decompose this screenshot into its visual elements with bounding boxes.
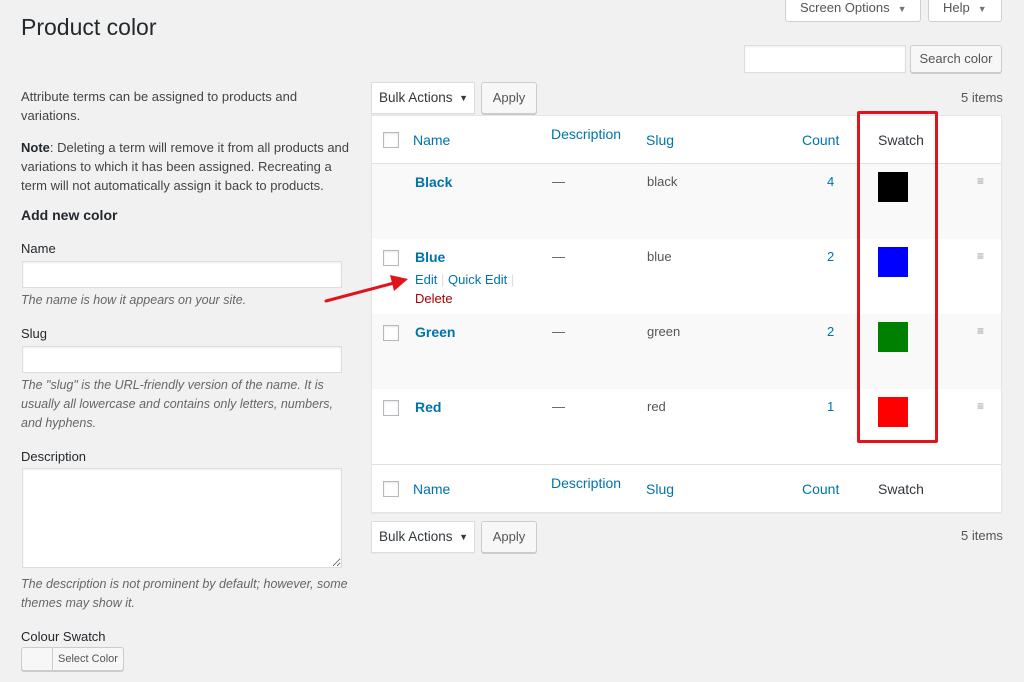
term-slug: red	[647, 399, 666, 414]
term-slug: green	[647, 324, 681, 339]
screen-options-button[interactable]: Screen Options ▼	[785, 0, 921, 22]
bulk-actions-select-bottom[interactable]: Bulk Actions ▼	[371, 521, 475, 553]
column-name[interactable]: Name	[413, 132, 450, 148]
term-count-link[interactable]: 4	[827, 174, 834, 189]
row-checkbox[interactable]	[383, 400, 399, 416]
search-color-button[interactable]: Search color	[910, 45, 1002, 73]
description-label: Description	[21, 449, 87, 464]
hamburger-icon[interactable]: ≡	[977, 399, 984, 413]
slug-field[interactable]	[22, 346, 342, 373]
caret-down-icon: ▼	[897, 4, 907, 14]
description-field[interactable]	[22, 468, 342, 568]
note-body: : Deleting a term will remove it from al…	[21, 140, 350, 193]
caret-down-icon: ▼	[459, 532, 468, 542]
select-color-label: Select Color	[58, 653, 118, 665]
column-count-footer[interactable]: Count	[802, 481, 839, 497]
column-name-footer[interactable]: Name	[413, 481, 450, 497]
page-title: Product color	[21, 14, 157, 40]
search-input[interactable]	[744, 45, 906, 73]
column-slug-footer[interactable]: Slug	[646, 481, 674, 497]
hamburger-icon[interactable]: ≡	[977, 324, 984, 338]
red-arrow-annotation	[324, 275, 408, 303]
description-help: The description is not prominent by defa…	[21, 577, 348, 610]
select-all-checkbox[interactable]	[383, 132, 399, 148]
hamburger-icon[interactable]: ≡	[977, 249, 984, 263]
help-label: Help	[943, 0, 970, 15]
term-name-link[interactable]: Red	[415, 399, 441, 415]
footer-divider	[372, 464, 1001, 465]
name-help: The name is how it appears on your site.	[21, 293, 247, 307]
caret-down-icon: ▼	[459, 93, 468, 103]
term-description: —	[552, 324, 565, 339]
select-color-button[interactable]: Select Color	[21, 647, 124, 671]
term-slug: black	[647, 174, 678, 189]
term-description: —	[552, 249, 565, 264]
quick-edit-link[interactable]: Quick Edit	[448, 272, 507, 287]
row-actions: Edit | Quick Edit | Delete	[415, 270, 514, 308]
term-name-link[interactable]: Black	[415, 174, 452, 190]
slug-help: The "slug" is the URL-friendly version o…	[21, 378, 333, 430]
screen-options-label: Screen Options	[800, 0, 890, 15]
items-count-bottom: 5 items	[961, 528, 1003, 543]
note-text: Note: Deleting a term will remove it fro…	[21, 138, 359, 195]
bulk-actions-select-top[interactable]: Bulk Actions ▼	[371, 82, 475, 114]
term-description: —	[552, 174, 565, 189]
separator: |	[510, 272, 515, 287]
separator: |	[441, 272, 445, 287]
term-name-link[interactable]: Green	[415, 324, 455, 340]
note-label: Note	[21, 140, 50, 155]
term-name-link[interactable]: Blue	[415, 249, 445, 265]
color-preview	[22, 648, 53, 670]
apply-button-bottom[interactable]: Apply	[481, 521, 537, 553]
apply-button-top[interactable]: Apply	[481, 82, 537, 114]
name-field[interactable]	[22, 261, 342, 288]
items-count-top: 5 items	[961, 90, 1003, 105]
column-slug[interactable]: Slug	[646, 132, 674, 148]
column-count[interactable]: Count	[802, 132, 839, 148]
slug-label: Slug	[21, 326, 48, 341]
term-count-link[interactable]: 2	[827, 249, 834, 264]
bulk-actions-value: Bulk Actions	[379, 529, 453, 544]
select-all-checkbox-footer[interactable]	[383, 481, 399, 497]
add-new-title: Add new color	[21, 207, 118, 223]
term-count-link[interactable]: 1	[827, 399, 834, 414]
term-description: —	[552, 399, 565, 414]
row-checkbox[interactable]	[383, 325, 399, 341]
term-count-link[interactable]: 2	[827, 324, 834, 339]
name-label: Name	[21, 241, 56, 256]
column-description-footer[interactable]: Description	[551, 475, 621, 491]
help-button[interactable]: Help ▼	[928, 0, 1002, 22]
term-slug: blue	[647, 249, 672, 264]
colour-swatch-label: Colour Swatch	[21, 629, 106, 644]
intro-text: Attribute terms can be assigned to produ…	[21, 89, 298, 123]
edit-link[interactable]: Edit	[415, 272, 437, 287]
bulk-actions-value: Bulk Actions	[379, 90, 453, 105]
column-description[interactable]: Description	[551, 126, 621, 142]
delete-link[interactable]: Delete	[415, 291, 453, 306]
hamburger-icon[interactable]: ≡	[977, 174, 984, 188]
column-swatch-footer: Swatch	[878, 481, 924, 497]
caret-down-icon: ▼	[977, 4, 987, 14]
swatch-highlight-box	[857, 111, 938, 443]
row-checkbox[interactable]	[383, 250, 399, 266]
